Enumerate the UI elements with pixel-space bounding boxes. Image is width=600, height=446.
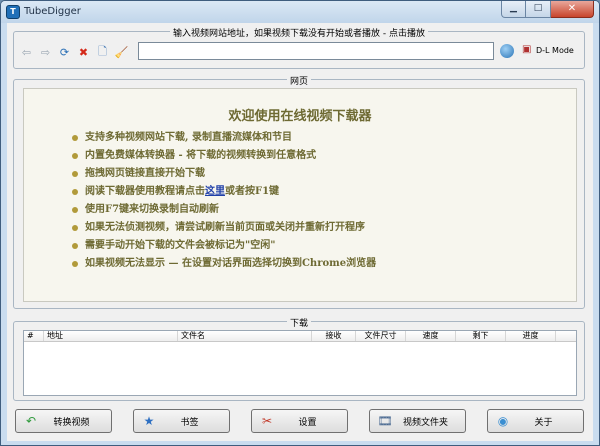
feature-list: 支持多种视频网站下载, 录制直播流媒体和节目 内置免费媒体转换器 - 将下载的视… [72, 129, 376, 273]
column-header-filename[interactable]: 文件名 [178, 331, 312, 341]
video-folder-button[interactable]: 🎞 视频文件夹 [369, 409, 466, 433]
list-item: 使用F7键来切换录制自动刷新 [72, 201, 376, 219]
close-button[interactable]: ✕ [551, 1, 594, 18]
action-bar: ↶ 转换视频 ★ 书签 ✂ 设置 🎞 视频文件夹 ◉ 关于 [15, 409, 585, 433]
column-header-remaining[interactable]: 剩下 [456, 331, 506, 341]
column-header-url[interactable]: 地址 [44, 331, 178, 341]
clear-broom-icon[interactable]: 🧹 [113, 44, 130, 60]
maximize-button[interactable]: □ [526, 1, 551, 18]
bullet-icon [72, 207, 78, 213]
info-globe-icon: ◉ [497, 414, 509, 428]
list-item: 拖拽网页链接直接开始下载 [72, 165, 376, 183]
web-group-label: 网页 [286, 77, 311, 87]
bullet-icon [72, 171, 78, 177]
settings-button[interactable]: ✂ 设置 [251, 409, 348, 433]
forward-arrow-icon[interactable]: ⇨ [37, 44, 54, 60]
column-header-progress[interactable]: 进度 [506, 331, 556, 341]
list-item: 内置免费媒体转换器 - 将下载的视频转换到任意格式 [72, 147, 376, 165]
web-group: 网页 欢迎使用在线视频下载器 支持多种视频网站下载, 录制直播流媒体和节目 内置… [13, 77, 585, 309]
app-logo-icon: T [6, 5, 20, 19]
bookmarks-button[interactable]: ★ 书签 [133, 409, 230, 433]
column-header-size[interactable]: 文件尺寸 [356, 331, 406, 341]
web-view[interactable]: 欢迎使用在线视频下载器 支持多种视频网站下载, 录制直播流媒体和节目 内置免费媒… [23, 88, 577, 302]
dl-mode-label[interactable]: D-L Mode [536, 46, 574, 55]
dl-mode-icon[interactable]: ▣ [522, 44, 531, 55]
window-title: TubeDigger [24, 6, 81, 17]
bullet-icon [72, 153, 78, 159]
go-globe-icon[interactable] [500, 44, 514, 58]
download-group-label: 下载 [286, 319, 311, 329]
convert-video-button[interactable]: ↶ 转换视频 [15, 409, 112, 433]
title-bar[interactable]: T TubeDigger ▁ □ ✕ [1, 1, 599, 23]
about-button[interactable]: ◉ 关于 [487, 409, 584, 433]
film-folder-icon: 🎞 [377, 414, 393, 428]
bullet-icon [72, 225, 78, 231]
download-table-header: # 地址 文件名 接收 文件尺寸 速度 剩下 进度 [24, 331, 576, 342]
column-header-received[interactable]: 接收 [312, 331, 356, 341]
list-item: 需要手动开始下载的文件会被标记为"空闲" [72, 237, 376, 255]
list-item: 如果无法侦测视频，请尝试刷新当前页面或关闭并重新打开程序 [72, 219, 376, 237]
download-table[interactable]: # 地址 文件名 接收 文件尺寸 速度 剩下 进度 [23, 330, 577, 396]
browser-toolbar: ⇦ ⇨ ⟳ ✖ 🗋 🧹 [18, 44, 130, 60]
star-icon: ★ [143, 414, 155, 428]
list-item: 支持多种视频网站下载, 录制直播流媒体和节目 [72, 129, 376, 147]
download-group: 下载 # 地址 文件名 接收 文件尺寸 速度 剩下 进度 [13, 319, 585, 401]
new-page-icon[interactable]: 🗋 [94, 44, 111, 60]
stop-icon[interactable]: ✖ [75, 44, 92, 60]
url-group: 输入视频网站地址，如果视频下载没有开始或者播放 - 点击播放 ⇦ ⇨ ⟳ ✖ 🗋… [13, 29, 585, 69]
column-header-speed[interactable]: 速度 [406, 331, 456, 341]
back-arrow-icon[interactable]: ⇦ [18, 44, 35, 60]
list-item: 如果视频无法显示 — 在设置对话界面选择切换到Chrome浏览器 [72, 255, 376, 273]
url-group-label: 输入视频网站地址，如果视频下载没有开始或者播放 - 点击播放 [170, 29, 428, 39]
bullet-icon [72, 135, 78, 141]
url-input[interactable] [138, 42, 494, 60]
tools-icon: ✂ [261, 414, 273, 428]
client-area: 输入视频网站地址，如果视频下载没有开始或者播放 - 点击播放 ⇦ ⇨ ⟳ ✖ 🗋… [7, 23, 593, 441]
bullet-icon [72, 189, 78, 195]
bullet-icon [72, 261, 78, 267]
tutorial-link[interactable]: 这里 [205, 183, 225, 201]
list-item-tutorial: 阅读下载器使用教程请点击 这里 或者按F1键 [72, 183, 376, 201]
column-header-index[interactable]: # [24, 331, 44, 341]
app-window: T TubeDigger ▁ □ ✕ 输入视频网站地址，如果视频下载没有开始或者… [0, 0, 600, 446]
minimize-button[interactable]: ▁ [501, 1, 526, 18]
window-controls: ▁ □ ✕ [501, 1, 594, 18]
convert-arrow-icon: ↶ [25, 414, 37, 428]
refresh-icon[interactable]: ⟳ [56, 44, 73, 60]
bullet-icon [72, 243, 78, 249]
welcome-title: 欢迎使用在线视频下载器 [228, 109, 372, 124]
